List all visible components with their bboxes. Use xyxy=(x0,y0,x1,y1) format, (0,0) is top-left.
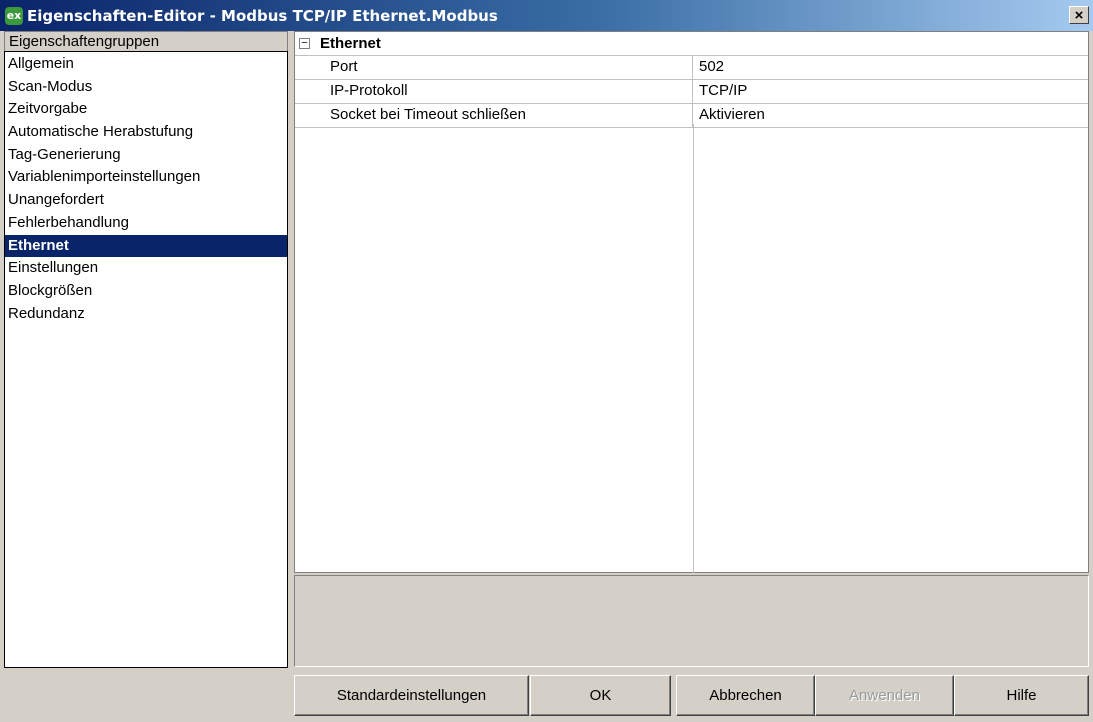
property-group-item[interactable]: Redundanz xyxy=(5,303,287,326)
property-value[interactable]: TCP/IP xyxy=(693,80,1088,103)
property-group-item[interactable]: Einstellungen xyxy=(5,257,287,280)
help-button[interactable]: Hilfe xyxy=(954,675,1089,716)
properties-editor-window: ex Eigenschaften-Editor - Modbus TCP/IP … xyxy=(0,0,1093,722)
property-group-item[interactable]: Unangefordert xyxy=(5,189,287,212)
group-header-ethernet[interactable]: − Ethernet xyxy=(295,32,1088,55)
property-group-item[interactable]: Tag-Generierung xyxy=(5,144,287,167)
group-title: Ethernet xyxy=(320,35,381,52)
close-button[interactable]: × xyxy=(1069,6,1089,24)
apply-button[interactable]: Anwenden xyxy=(815,675,954,716)
collapse-icon[interactable]: − xyxy=(299,38,310,49)
property-group-item[interactable]: Blockgrößen xyxy=(5,280,287,303)
cancel-button[interactable]: Abbrechen xyxy=(676,675,815,716)
property-group-item[interactable]: Automatische Herabstufung xyxy=(5,121,287,144)
property-group-item[interactable]: Ethernet xyxy=(5,234,287,258)
property-name: Socket bei Timeout schließen xyxy=(295,104,693,127)
property-value[interactable]: 502 xyxy=(693,56,1088,79)
property-value[interactable]: Aktivieren xyxy=(693,104,1088,127)
ok-button[interactable]: OK xyxy=(530,675,671,716)
property-group-item[interactable]: Allgemein xyxy=(5,53,287,76)
property-group-item[interactable]: Variablenimporteinstellungen xyxy=(5,166,287,189)
property-row[interactable]: IP-Protokoll TCP/IP xyxy=(295,79,1088,103)
property-group-item[interactable]: Scan-Modus xyxy=(5,76,287,99)
property-row[interactable]: Socket bei Timeout schließen Aktivieren xyxy=(295,103,1088,128)
defaults-button[interactable]: Standardeinstellungen xyxy=(294,675,529,716)
property-group-item[interactable]: Fehlerbehandlung xyxy=(5,212,287,235)
description-panel xyxy=(294,575,1089,667)
property-grid[interactable]: − Ethernet Port 502 IP-Protokoll TCP/IP Sock… xyxy=(294,31,1089,573)
app-icon: ex xyxy=(5,6,23,25)
property-row[interactable]: Port 502 xyxy=(295,55,1088,79)
title-bar[interactable]: ex Eigenschaften-Editor - Modbus TCP/IP … xyxy=(0,0,1093,31)
property-groups-list[interactable]: Allgemein Scan-Modus Zeitvorgabe Automatisc… xyxy=(4,51,288,668)
property-name: Port xyxy=(295,56,693,79)
window-title: Eigenschaften-Editor - Modbus TCP/IP Eth… xyxy=(27,6,498,25)
property-groups-header: Eigenschaftengruppen xyxy=(4,31,288,53)
column-divider[interactable] xyxy=(693,124,694,573)
property-name: IP-Protokoll xyxy=(295,80,693,103)
property-group-item[interactable]: Zeitvorgabe xyxy=(5,98,287,121)
